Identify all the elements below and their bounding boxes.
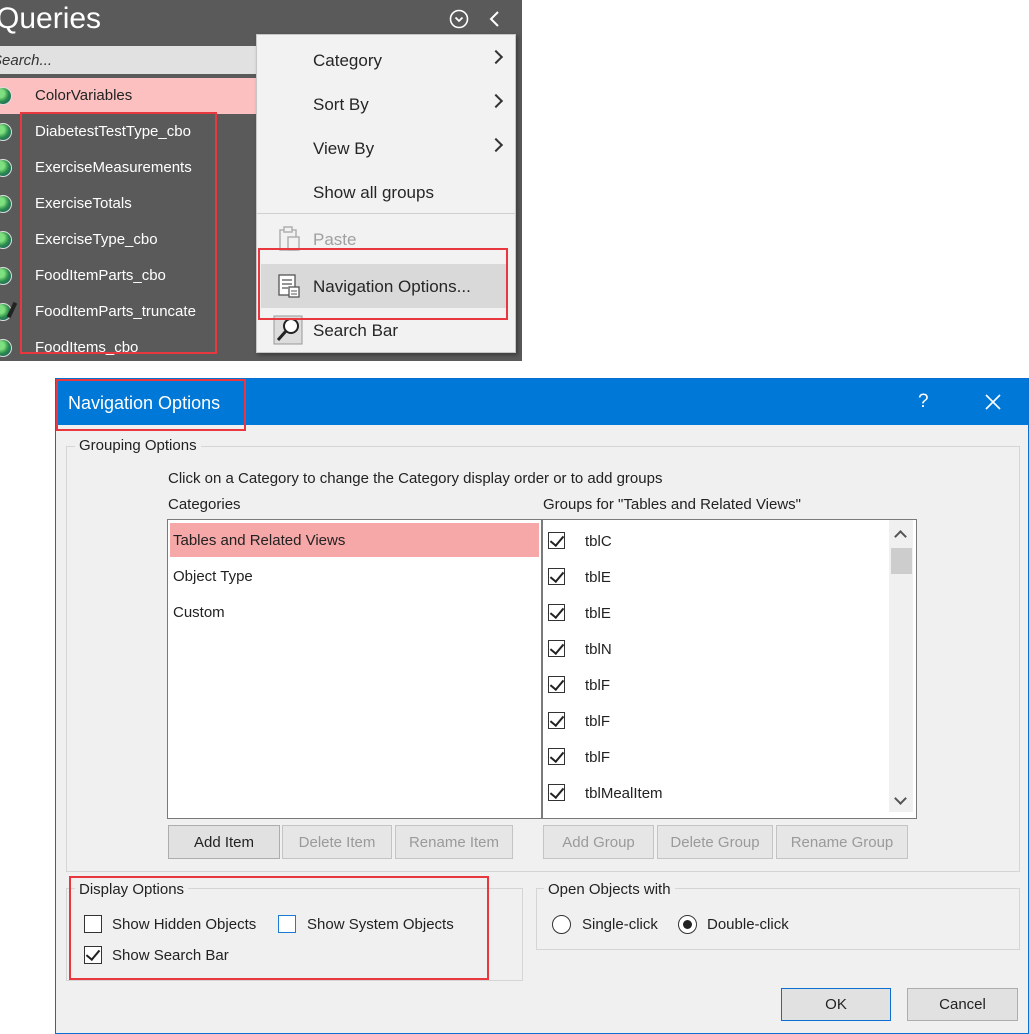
query-icon bbox=[0, 339, 12, 357]
group-item[interactable]: tblF bbox=[543, 703, 893, 739]
menu-item-label: View By bbox=[313, 139, 375, 158]
menu-item-label: Show all groups bbox=[313, 183, 434, 202]
update-query-icon bbox=[0, 303, 12, 321]
menu-item-sort-by[interactable]: Sort By bbox=[257, 82, 515, 126]
chevron-down-circle-icon[interactable] bbox=[449, 9, 469, 29]
nav-item-label: ColorVariables bbox=[35, 87, 133, 104]
rename-group-button[interactable]: Rename Group bbox=[776, 825, 908, 859]
group-item[interactable]: tblE bbox=[543, 559, 893, 595]
group-label: tblN bbox=[585, 641, 612, 658]
query-icon bbox=[0, 123, 12, 141]
group-item[interactable]: tblN bbox=[543, 631, 893, 667]
menu-item-label: Sort By bbox=[313, 95, 369, 114]
ok-button[interactable]: OK bbox=[781, 988, 891, 1021]
menu-item-category[interactable]: Category bbox=[257, 38, 515, 82]
chevron-right-icon bbox=[488, 93, 504, 109]
menu-item-show-all-groups[interactable]: Show all groups bbox=[257, 170, 515, 214]
open-objects-legend: Open Objects with bbox=[544, 881, 675, 898]
single-click-label: Single-click bbox=[582, 916, 658, 933]
group-label: tblF bbox=[585, 677, 611, 694]
group-checkbox[interactable] bbox=[548, 640, 565, 657]
groups-label: Groups for "Tables and Related Views" bbox=[543, 496, 802, 513]
delete-group-button[interactable]: Delete Group bbox=[657, 825, 773, 859]
query-icon bbox=[0, 195, 12, 213]
group-item[interactable]: tblE bbox=[543, 595, 893, 631]
categories-list[interactable]: Tables and Related Views Object Type Cus… bbox=[167, 519, 542, 819]
menu-item-label: Search Bar bbox=[313, 321, 399, 340]
group-label: tblMealItem bbox=[585, 785, 663, 802]
cancel-button[interactable]: Cancel bbox=[907, 988, 1018, 1021]
chevron-left-icon[interactable] bbox=[487, 9, 503, 29]
group-label: tblC bbox=[585, 533, 612, 550]
grouping-options-legend: Grouping Options bbox=[75, 437, 201, 454]
navigation-pane: Queries ColorVariables DiabetestTestType… bbox=[0, 0, 522, 361]
rename-item-button[interactable]: Rename Item bbox=[395, 825, 513, 859]
menu-item-label: Category bbox=[313, 51, 382, 70]
category-label: Object Type bbox=[173, 568, 253, 585]
query-icon bbox=[0, 231, 12, 249]
group-checkbox[interactable] bbox=[548, 532, 565, 549]
nav-search-box[interactable] bbox=[0, 46, 262, 74]
add-group-button[interactable]: Add Group bbox=[543, 825, 654, 859]
category-label: Custom bbox=[173, 604, 225, 621]
query-icon bbox=[0, 159, 12, 177]
group-item[interactable]: tblF bbox=[543, 667, 893, 703]
search-input[interactable] bbox=[0, 46, 262, 74]
chevron-right-icon bbox=[488, 49, 504, 65]
category-item[interactable]: Tables and Related Views bbox=[170, 523, 539, 557]
nav-pane-title: Queries bbox=[0, 2, 102, 35]
menu-item-view-by[interactable]: View By bbox=[257, 126, 515, 170]
group-checkbox[interactable] bbox=[548, 568, 565, 585]
add-item-button[interactable]: Add Item bbox=[168, 825, 280, 859]
category-label: Tables and Related Views bbox=[173, 532, 346, 549]
group-item[interactable]: tblMealItem bbox=[543, 775, 893, 811]
highlight-box-navigation-options bbox=[258, 248, 508, 320]
highlight-box-names bbox=[20, 112, 217, 354]
delete-item-button[interactable]: Delete Item bbox=[282, 825, 392, 859]
menu-separator bbox=[257, 213, 515, 214]
single-click-radio[interactable] bbox=[552, 915, 571, 934]
group-checkbox[interactable] bbox=[548, 748, 565, 765]
double-click-label: Double-click bbox=[707, 916, 789, 933]
group-label: tblE bbox=[585, 605, 611, 622]
highlight-box-display-options bbox=[69, 876, 489, 980]
grouping-instruction: Click on a Category to change the Catego… bbox=[168, 470, 663, 487]
group-item[interactable]: tblC bbox=[543, 523, 893, 559]
scroll-thumb[interactable] bbox=[891, 548, 912, 574]
categories-label: Categories bbox=[168, 496, 241, 513]
menu-item-label: Paste bbox=[313, 230, 357, 249]
group-item[interactable]: tblF bbox=[543, 739, 893, 775]
group-checkbox[interactable] bbox=[548, 676, 565, 693]
nav-item[interactable]: ColorVariables bbox=[0, 78, 262, 114]
chevron-right-icon bbox=[488, 137, 504, 153]
groups-scrollbar[interactable] bbox=[889, 520, 913, 812]
group-checkbox[interactable] bbox=[548, 712, 565, 729]
category-item[interactable]: Custom bbox=[170, 595, 539, 629]
query-icon bbox=[0, 87, 12, 105]
group-label: tblF bbox=[585, 749, 611, 766]
close-icon[interactable] bbox=[984, 393, 1002, 411]
groups-list[interactable]: tblC tblE tblE tblN tblF tblF tblF tblMe… bbox=[542, 519, 917, 819]
highlight-box-dialog-title bbox=[56, 379, 246, 431]
help-button[interactable]: ? bbox=[918, 391, 929, 413]
scroll-down-icon[interactable] bbox=[894, 792, 907, 805]
group-checkbox[interactable] bbox=[548, 604, 565, 621]
double-click-radio[interactable] bbox=[678, 915, 697, 934]
scroll-up-icon[interactable] bbox=[894, 530, 907, 543]
group-label: tblF bbox=[585, 713, 611, 730]
navigation-options-dialog: Navigation Options ? Grouping Options Cl… bbox=[55, 378, 1029, 1034]
category-item[interactable]: Object Type bbox=[170, 559, 539, 593]
query-icon bbox=[0, 267, 12, 285]
group-checkbox[interactable] bbox=[548, 784, 565, 801]
group-label: tblE bbox=[585, 569, 611, 586]
